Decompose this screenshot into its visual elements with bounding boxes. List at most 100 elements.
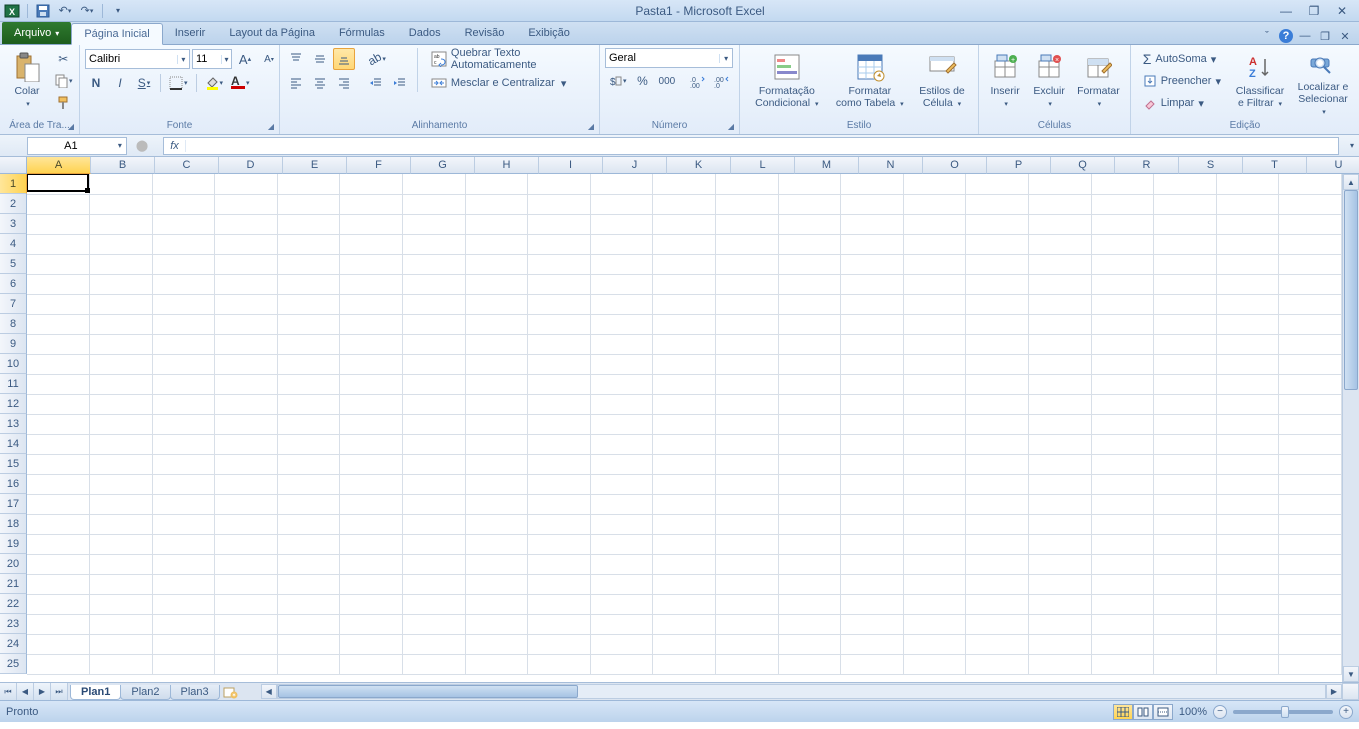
cell[interactable]: [465, 574, 528, 594]
scroll-right-button[interactable]: ▶: [1326, 684, 1342, 699]
cell[interactable]: [1279, 514, 1342, 534]
cell[interactable]: [1091, 214, 1154, 234]
cell[interactable]: [277, 594, 340, 614]
cell[interactable]: [1091, 194, 1154, 214]
cell[interactable]: [1028, 494, 1091, 514]
cell[interactable]: [1279, 574, 1342, 594]
column-header[interactable]: U: [1307, 157, 1359, 174]
cell[interactable]: [1028, 554, 1091, 574]
cell[interactable]: [778, 394, 841, 414]
cell[interactable]: [152, 634, 215, 654]
column-header[interactable]: J: [603, 157, 667, 174]
cell[interactable]: [465, 594, 528, 614]
row-header[interactable]: 13: [0, 414, 27, 434]
cell[interactable]: [716, 574, 779, 594]
cell[interactable]: [590, 334, 653, 354]
row-header[interactable]: 22: [0, 594, 27, 614]
tab-layout-da-página[interactable]: Layout da Página: [217, 22, 327, 44]
cell[interactable]: [152, 354, 215, 374]
cell[interactable]: [403, 254, 466, 274]
cell[interactable]: [778, 274, 841, 294]
cell[interactable]: [841, 334, 904, 354]
cell[interactable]: [1279, 634, 1342, 654]
cell[interactable]: [778, 534, 841, 554]
cell[interactable]: [1279, 434, 1342, 454]
undo-icon[interactable]: ↶▾: [56, 2, 74, 20]
cell[interactable]: [1279, 374, 1342, 394]
cell[interactable]: [841, 274, 904, 294]
cell[interactable]: [528, 434, 591, 454]
cell[interactable]: [90, 294, 153, 314]
scroll-left-button[interactable]: ◀: [261, 684, 277, 699]
cell[interactable]: [1216, 494, 1279, 514]
cell[interactable]: [653, 314, 716, 334]
cell[interactable]: [1279, 274, 1342, 294]
cell[interactable]: [1216, 354, 1279, 374]
cell[interactable]: [841, 474, 904, 494]
cell[interactable]: [528, 234, 591, 254]
cell[interactable]: [841, 494, 904, 514]
cell[interactable]: [590, 314, 653, 334]
wrap-text-button[interactable]: abcQuebrar Texto Automaticamente: [424, 48, 594, 70]
cell[interactable]: [215, 214, 278, 234]
cell[interactable]: [215, 294, 278, 314]
font-name-input[interactable]: [86, 53, 177, 65]
cell[interactable]: [1028, 574, 1091, 594]
cell[interactable]: [1028, 614, 1091, 634]
cell[interactable]: [1216, 294, 1279, 314]
insert-cells-button[interactable]: + Inserir: [984, 48, 1026, 116]
cell[interactable]: [152, 274, 215, 294]
cell[interactable]: [215, 414, 278, 434]
cell[interactable]: [653, 614, 716, 634]
cell[interactable]: [1028, 194, 1091, 214]
cell[interactable]: [215, 394, 278, 414]
new-sheet-button[interactable]: ✶: [219, 683, 241, 700]
zoom-in-button[interactable]: +: [1339, 705, 1353, 719]
cell[interactable]: [277, 654, 340, 674]
cell[interactable]: [215, 614, 278, 634]
bold-button[interactable]: N: [85, 72, 107, 94]
cell[interactable]: [340, 494, 403, 514]
cell[interactable]: [277, 634, 340, 654]
cell[interactable]: [716, 434, 779, 454]
cell[interactable]: [1216, 394, 1279, 414]
cell[interactable]: [277, 354, 340, 374]
cell[interactable]: [1279, 474, 1342, 494]
column-header[interactable]: T: [1243, 157, 1307, 174]
row-header[interactable]: 5: [0, 254, 27, 274]
column-header[interactable]: P: [987, 157, 1051, 174]
cell[interactable]: [716, 454, 779, 474]
cell[interactable]: [903, 274, 966, 294]
cell[interactable]: [966, 434, 1029, 454]
cell[interactable]: [1216, 414, 1279, 434]
row-header[interactable]: 10: [0, 354, 27, 374]
cell[interactable]: [90, 554, 153, 574]
cell[interactable]: [716, 234, 779, 254]
cell[interactable]: [903, 594, 966, 614]
sheet-nav-prev[interactable]: ◀: [17, 683, 34, 700]
view-page-layout-button[interactable]: [1133, 704, 1153, 720]
cell[interactable]: [903, 514, 966, 534]
cell[interactable]: [90, 234, 153, 254]
column-header[interactable]: B: [91, 157, 155, 174]
align-middle-button[interactable]: [309, 48, 331, 70]
cell[interactable]: [590, 434, 653, 454]
cell[interactable]: [1028, 294, 1091, 314]
cell[interactable]: [716, 254, 779, 274]
cell[interactable]: [340, 614, 403, 634]
cell[interactable]: [841, 374, 904, 394]
cell[interactable]: [1279, 194, 1342, 214]
cell[interactable]: [277, 574, 340, 594]
cell[interactable]: [590, 514, 653, 534]
cell[interactable]: [152, 454, 215, 474]
cell[interactable]: [1091, 554, 1154, 574]
cell[interactable]: [465, 434, 528, 454]
cell[interactable]: [1154, 634, 1217, 654]
cell[interactable]: [903, 414, 966, 434]
cell[interactable]: [152, 174, 215, 194]
align-right-button[interactable]: [333, 72, 355, 94]
cell[interactable]: [903, 654, 966, 674]
clipboard-dialog-launcher[interactable]: ◢: [65, 120, 77, 132]
cell[interactable]: [716, 394, 779, 414]
qat-customize-icon[interactable]: ▾: [109, 2, 127, 20]
